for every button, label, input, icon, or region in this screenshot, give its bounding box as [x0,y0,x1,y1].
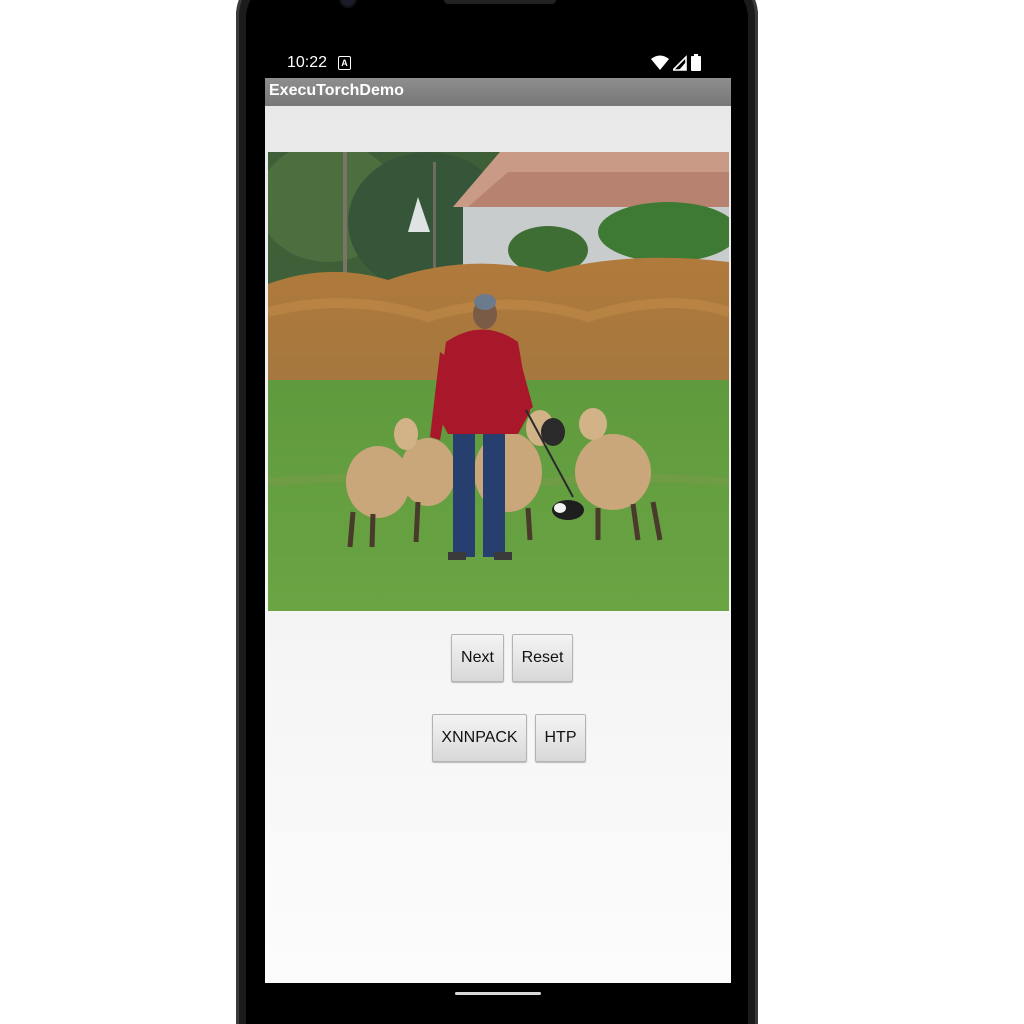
battery-icon [691,54,701,71]
sheep-herding-photo [268,152,729,611]
navigation-bar [265,983,731,1024]
reset-button[interactable]: Reset [512,634,573,682]
main-content: Next Reset XNNPACK HTP [265,106,731,983]
photo-illustration [268,152,729,611]
htp-button[interactable]: HTP [535,714,586,762]
signal-icon [673,54,687,71]
app-title: ExecuTorchDemo [269,82,404,99]
next-button[interactable]: Next [451,634,504,682]
app-bar: ExecuTorchDemo [265,78,731,106]
status-time: 10:22 [287,54,328,71]
screen: 10:22 A ExecuTorchDemo Next Reset XNNPAC… [0,0,1024,1024]
status-icons [651,54,701,71]
earpiece-speaker [444,0,556,4]
wifi-icon [651,55,669,70]
status-bar: 10:22 A [265,48,731,78]
xnnpack-button[interactable]: XNNPACK [432,714,527,762]
a-icon: A [338,56,351,70]
home-gesture-handle[interactable] [455,992,541,995]
